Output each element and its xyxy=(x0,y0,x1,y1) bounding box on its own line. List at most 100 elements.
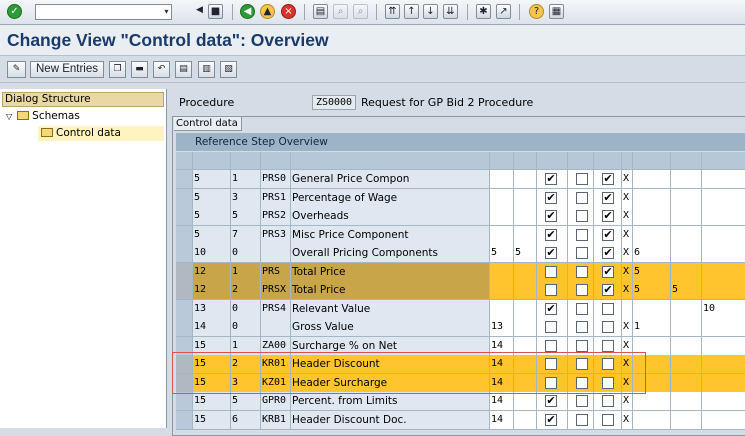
cell-sutot[interactable]: 1 xyxy=(633,318,671,337)
cell-fro[interactable]: 5 xyxy=(490,244,514,263)
chevron-left-icon[interactable]: ◀ xyxy=(192,4,207,19)
cell-r[interactable] xyxy=(568,170,594,189)
display-change-icon[interactable]: ✎ xyxy=(7,61,26,78)
cell-reqt[interactable] xyxy=(671,410,702,430)
cell-p[interactable]: X xyxy=(622,207,633,226)
checkbox-checked[interactable]: ✔ xyxy=(602,210,614,222)
cell-sutot[interactable] xyxy=(633,225,671,245)
layout-icon[interactable]: ▦ xyxy=(549,4,564,19)
cell-reqt[interactable] xyxy=(671,299,702,319)
cell-calty[interactable] xyxy=(702,373,745,393)
cell-ma[interactable]: ✔ xyxy=(537,225,568,245)
cell-stat[interactable]: ✔ xyxy=(594,244,622,263)
cell-to[interactable] xyxy=(514,318,537,337)
cell-calty[interactable] xyxy=(702,188,745,208)
checkbox-checked[interactable]: ✔ xyxy=(602,191,614,204)
cell-fro[interactable]: 14 xyxy=(490,373,514,393)
cell-to[interactable] xyxy=(514,281,537,300)
command-field[interactable] xyxy=(35,4,172,20)
cell-calty[interactable] xyxy=(702,170,745,189)
row-selector[interactable] xyxy=(176,225,193,245)
checkbox[interactable] xyxy=(576,228,588,241)
select-block-icon[interactable]: ▥ xyxy=(198,61,215,78)
cell-to[interactable] xyxy=(514,299,537,319)
cell-stat[interactable] xyxy=(594,336,622,356)
checkbox[interactable] xyxy=(545,284,557,296)
checkbox[interactable] xyxy=(576,321,588,333)
cell-sutot[interactable] xyxy=(633,410,671,430)
row-selector[interactable] xyxy=(176,207,193,226)
cell-stat[interactable]: ✔ xyxy=(594,207,622,226)
cell-stat[interactable] xyxy=(594,318,622,337)
cell-r[interactable] xyxy=(568,281,594,300)
cell-fro[interactable] xyxy=(490,262,514,282)
cell-to[interactable] xyxy=(514,355,537,374)
cell-ma[interactable]: ✔ xyxy=(537,170,568,189)
cell-to[interactable] xyxy=(514,336,537,356)
tree-item-schemas[interactable]: ▽ Schemas xyxy=(6,109,80,124)
cell-stat[interactable] xyxy=(594,355,622,374)
cell-r[interactable] xyxy=(568,207,594,226)
checkbox-checked[interactable]: ✔ xyxy=(602,228,614,241)
checkbox[interactable] xyxy=(576,302,588,315)
cell-r[interactable] xyxy=(568,336,594,356)
cell-to[interactable]: 5 xyxy=(514,244,537,263)
row-selector[interactable] xyxy=(176,373,193,393)
cell-calty[interactable] xyxy=(702,392,745,411)
cell-calty[interactable] xyxy=(702,318,745,337)
cell-calty[interactable] xyxy=(702,244,745,263)
cell-fro[interactable] xyxy=(490,207,514,226)
cell-sutot[interactable] xyxy=(633,188,671,208)
cell-ma[interactable]: ✔ xyxy=(537,299,568,319)
cell-to[interactable] xyxy=(514,170,537,189)
previous-page-icon[interactable]: ↑ xyxy=(404,4,419,19)
checkbox-checked[interactable]: ✔ xyxy=(545,302,557,315)
last-page-icon[interactable]: ⇊ xyxy=(443,4,458,19)
cell-fro[interactable]: 14 xyxy=(490,410,514,430)
cell-fro[interactable]: 14 xyxy=(490,336,514,356)
first-page-icon[interactable]: ⇈ xyxy=(385,4,400,19)
find-next-icon[interactable]: ⌕ xyxy=(353,4,368,19)
row-selector[interactable] xyxy=(176,318,193,337)
checkbox-checked[interactable]: ✔ xyxy=(602,173,614,185)
cell-sutot[interactable]: 5 xyxy=(633,281,671,300)
cell-stat[interactable]: ✔ xyxy=(594,262,622,282)
cell-reqt[interactable] xyxy=(671,244,702,263)
checkbox[interactable] xyxy=(602,302,614,315)
checkbox-checked[interactable]: ✔ xyxy=(545,228,557,241)
cell-to[interactable] xyxy=(514,262,537,282)
cell-ma[interactable] xyxy=(537,281,568,300)
row-selector[interactable] xyxy=(176,410,193,430)
checkbox-checked[interactable]: ✔ xyxy=(545,413,557,426)
checkbox[interactable] xyxy=(576,413,588,426)
cell-reqt[interactable] xyxy=(671,336,702,356)
next-page-icon[interactable]: ↓ xyxy=(423,4,438,19)
checkbox[interactable] xyxy=(545,321,557,333)
cell-sutot[interactable]: 5 xyxy=(633,262,671,282)
cell-ma[interactable] xyxy=(537,336,568,356)
delete-icon[interactable]: ▬ xyxy=(131,61,148,78)
cell-fro[interactable] xyxy=(490,170,514,189)
checkbox[interactable] xyxy=(602,339,614,352)
shortcut-icon[interactable]: ↗ xyxy=(496,4,511,19)
row-selector[interactable] xyxy=(176,299,193,319)
cell-reqt[interactable] xyxy=(671,207,702,226)
new-entries-button[interactable]: New Entries xyxy=(30,61,104,78)
cell-calty[interactable] xyxy=(702,355,745,374)
cell-stat[interactable] xyxy=(594,410,622,430)
cell-reqt[interactable] xyxy=(671,225,702,245)
cell-calty[interactable] xyxy=(702,225,745,245)
checkbox-checked[interactable]: ✔ xyxy=(545,395,557,407)
checkbox[interactable] xyxy=(545,339,557,352)
cell-fro[interactable] xyxy=(490,225,514,245)
cell-ma[interactable]: ✔ xyxy=(537,410,568,430)
cell-reqt[interactable]: 5 xyxy=(671,281,702,300)
cell-ma[interactable]: ✔ xyxy=(537,244,568,263)
cell-p[interactable]: X xyxy=(622,244,633,263)
cell-r[interactable] xyxy=(568,299,594,319)
cell-calty[interactable] xyxy=(702,336,745,356)
checkbox[interactable] xyxy=(602,321,614,333)
checkbox[interactable] xyxy=(576,210,588,222)
cell-to[interactable] xyxy=(514,410,537,430)
cell-r[interactable] xyxy=(568,225,594,245)
